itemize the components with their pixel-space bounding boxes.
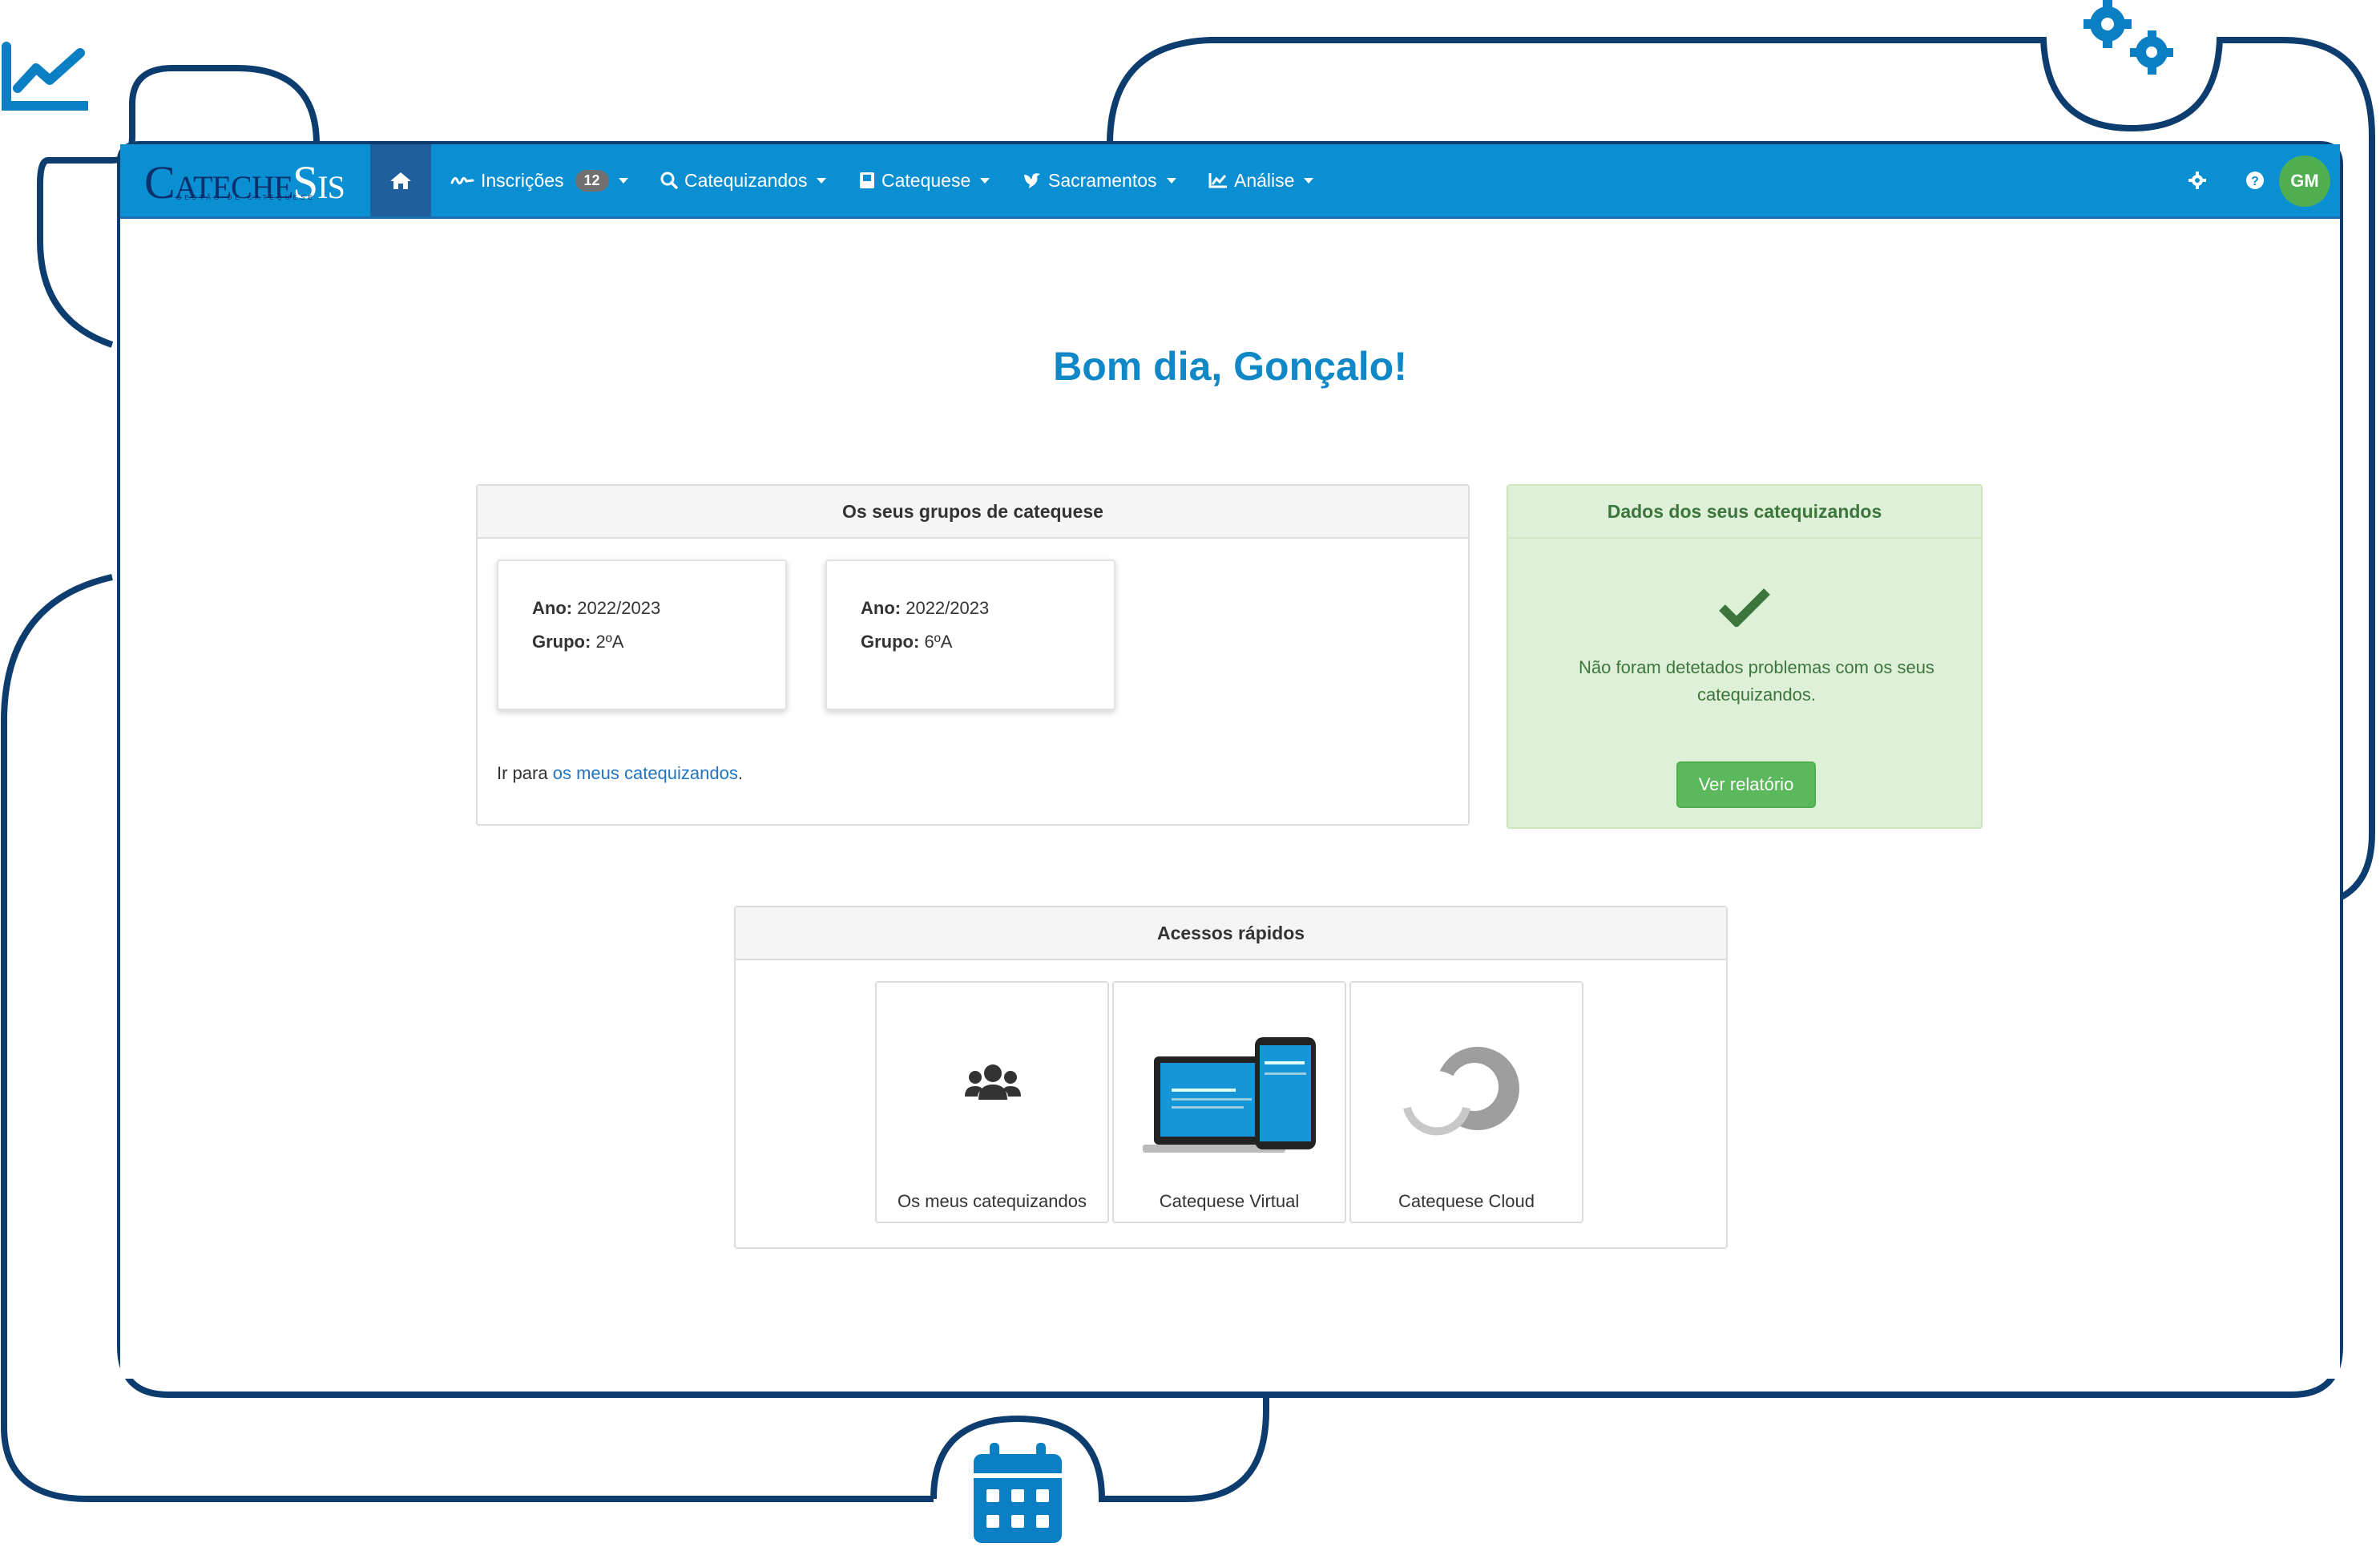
greeting-title: Bom dia, Gonçalo! <box>1053 344 1407 389</box>
users-icon <box>965 1064 1021 1100</box>
nav-sacramentos-label: Sacramentos <box>1048 169 1157 191</box>
home-icon <box>390 172 411 189</box>
data-panel-title: Dados dos seus catequizandos <box>1508 486 1981 539</box>
nav-inscricoes-label: Inscrições <box>481 169 564 191</box>
settings-button[interactable] <box>2181 144 2213 216</box>
search-icon <box>660 172 678 189</box>
chevron-down-icon <box>1304 177 1314 184</box>
group-card[interactable]: Ano: 2022/2023 Grupo: 2ºA <box>497 559 787 710</box>
nav-catequizandos[interactable]: Catequizandos <box>660 144 827 216</box>
nav-analise[interactable]: Análise <box>1208 144 1314 216</box>
signature-icon <box>450 176 474 185</box>
group-card[interactable]: Ano: 2022/2023 Grupo: 6ºA <box>825 559 1115 710</box>
svg-text:?: ? <box>2251 175 2259 188</box>
question-icon: ? <box>2246 172 2264 189</box>
groups-panel-title: Os seus grupos de catequese <box>478 486 1468 539</box>
my-catequizandos-link[interactable]: os meus catequizandos <box>553 763 738 783</box>
chevron-down-icon <box>980 177 990 184</box>
dove-icon <box>1024 173 1040 188</box>
check-icon <box>1719 588 1770 627</box>
calendar-icon <box>974 1443 1062 1543</box>
catequizandos-link-text: Ir para os meus catequizandos. <box>497 763 743 783</box>
group-year: Ano: 2022/2023 <box>861 598 990 618</box>
groups-panel: Os seus grupos de catequese Ano: 2022/20… <box>476 484 1470 826</box>
user-avatar[interactable]: GM <box>2279 156 2330 207</box>
line-chart-icon <box>0 40 91 112</box>
data-panel-message: Não foram detetados problemas com os seu… <box>1579 657 1934 705</box>
chevron-down-icon <box>817 177 827 184</box>
chevron-down-icon <box>1166 177 1176 184</box>
inscricoes-count-badge: 12 <box>575 169 609 192</box>
nav-analise-label: Análise <box>1234 169 1295 191</box>
nav-catequese[interactable]: Catequese <box>859 144 990 216</box>
area-chart-icon <box>1208 173 1227 188</box>
tile-catequese-cloud[interactable]: Catequese Cloud <box>1349 981 1583 1223</box>
book-icon <box>860 172 874 188</box>
group-year: Ano: 2022/2023 <box>532 598 661 618</box>
app-window: CATECHESIS GESTÃO DE CATEQUESE Inscriçõe… <box>120 144 2340 1379</box>
group-name: Grupo: 6ºA <box>861 632 953 652</box>
help-button[interactable]: ? <box>2239 144 2271 216</box>
nav-sacramentos[interactable]: Sacramentos <box>1023 144 1176 216</box>
tile-label: Catequese Virtual <box>1159 1191 1300 1211</box>
nav-inscricoes[interactable]: Inscrições 12 <box>450 144 628 216</box>
cloud-logo <box>1403 1047 1519 1136</box>
tile-catequese-virtual[interactable]: Catequese Virtual <box>1112 981 1346 1223</box>
tile-label: Catequese Cloud <box>1398 1191 1535 1211</box>
quick-access-title: Acessos rápidos <box>736 907 1726 960</box>
quick-access-panel: Acessos rápidos Os meus catequizandos Ca… <box>734 906 1728 1249</box>
chevron-down-icon <box>618 177 628 184</box>
view-report-button[interactable]: Ver relatório <box>1676 761 1816 808</box>
brand-logo[interactable]: CATECHESIS GESTÃO DE CATEQUESE <box>120 144 370 216</box>
tile-label: Os meus catequizandos <box>897 1191 1087 1211</box>
brand-subtitle: GESTÃO DE CATEQUESE <box>176 194 316 201</box>
devices-image <box>1143 1037 1316 1153</box>
navbar: CATECHESIS GESTÃO DE CATEQUESE Inscriçõe… <box>120 144 2340 219</box>
nav-catequizandos-label: Catequizandos <box>684 169 808 191</box>
catequizandos-data-panel: Dados dos seus catequizandos Não foram d… <box>1507 484 1983 829</box>
nav-catequese-label: Catequese <box>881 169 971 191</box>
nav-home[interactable] <box>370 144 431 216</box>
group-name: Grupo: 2ºA <box>532 632 624 652</box>
gears-icon <box>2079 0 2184 80</box>
gear-icon <box>2188 172 2206 189</box>
tile-my-catequizandos[interactable]: Os meus catequizandos <box>875 981 1109 1223</box>
